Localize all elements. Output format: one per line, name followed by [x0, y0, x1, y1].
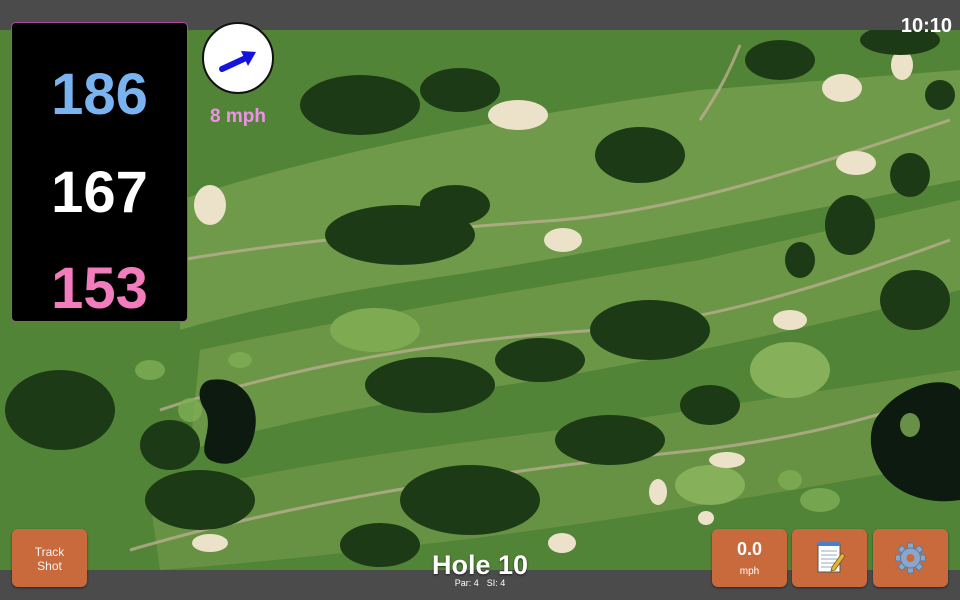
hole-par: Par: 4 — [454, 578, 479, 588]
track-shot-button[interactable]: Track Shot — [12, 529, 87, 587]
hole-stroke-index: SI: 4 — [486, 578, 506, 588]
hole-title: Hole 10 — [431, 550, 529, 580]
notepad-icon — [817, 542, 846, 573]
speed-button[interactable]: 0.0 mph — [712, 529, 787, 587]
track-shot-label-line1: Track — [34, 545, 65, 559]
back-yardage: 186 — [51, 62, 148, 127]
yardage-panel: 186 167 153 — [11, 22, 188, 322]
wind-speed: 8 mph — [210, 106, 266, 127]
speed-value: 0.0 — [736, 539, 763, 559]
notes-button[interactable] — [792, 529, 867, 587]
settings-button[interactable] — [873, 529, 948, 587]
speed-unit: mph — [739, 566, 760, 577]
middle-yardage: 167 — [51, 160, 148, 225]
wind-indicator — [202, 22, 274, 94]
track-shot-label-line2: Shot — [37, 559, 62, 573]
gear-icon — [895, 542, 926, 574]
clock: 10:10 — [900, 15, 952, 37]
hole-info: Par: 4 SI: 4 — [380, 578, 580, 588]
front-yardage: 153 — [51, 256, 148, 321]
arrow-icon — [219, 51, 256, 72]
